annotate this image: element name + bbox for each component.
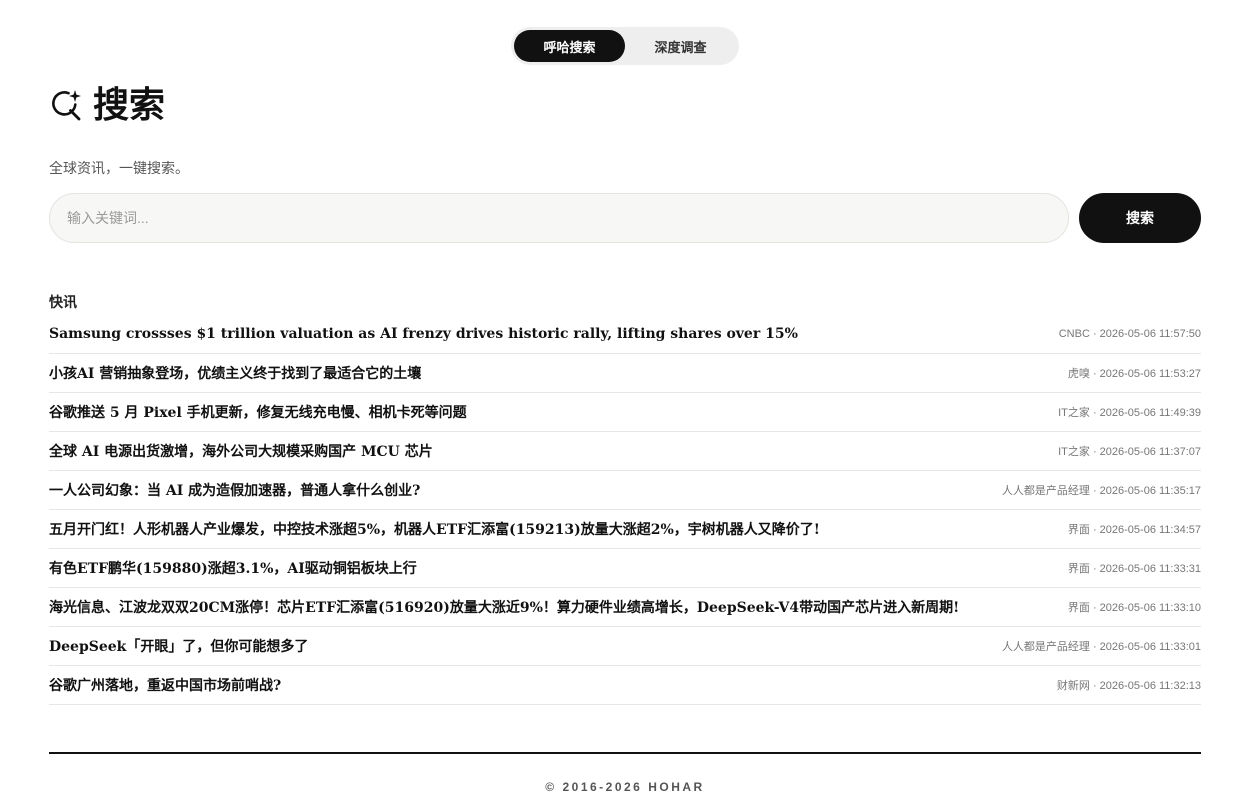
news-item: 谷歌广州落地，重返中国市场前哨战? 财新网 · 2026-05-06 11:32… bbox=[49, 666, 1201, 705]
news-item-meta: IT之家 · 2026-05-06 11:49:39 bbox=[1058, 407, 1201, 419]
news-item: DeepSeek「开眼」了，但你可能想多了 人人都是产品经理 · 2026-05… bbox=[49, 627, 1201, 666]
news-item: 有色ETF鹏华(159880)涨超3.1%，AI驱动铜铝板块上行 界面 · 20… bbox=[49, 549, 1201, 588]
tab-deep-investigation[interactable]: 深度调查 bbox=[625, 30, 736, 62]
mode-switch: 呼哈搜索 深度调查 bbox=[511, 27, 739, 65]
news-item-title[interactable]: 小孩AI 营销抽象登场，优绩主义终于找到了最适合它的土壤 bbox=[49, 363, 421, 383]
news-item-meta: 界面 · 2026-05-06 11:33:10 bbox=[1067, 602, 1201, 614]
news-item-meta: 人人都是产品经理 · 2026-05-06 11:33:01 bbox=[1001, 641, 1201, 653]
news-item-meta: IT之家 · 2026-05-06 11:37:07 bbox=[1058, 446, 1201, 458]
news-item-meta: 界面 · 2026-05-06 11:33:31 bbox=[1067, 563, 1201, 575]
news-item-title[interactable]: 有色ETF鹏华(159880)涨超3.1%，AI驱动铜铝板块上行 bbox=[49, 558, 417, 578]
footer-copyright: © 2016-2026 HOHAR bbox=[545, 780, 705, 794]
news-list: Samsung crossses $1 trillion valuation a… bbox=[49, 315, 1201, 705]
news-item-title[interactable]: 谷歌广州落地，重返中国市场前哨战? bbox=[49, 675, 281, 695]
footer-divider bbox=[49, 752, 1201, 754]
page-title: 搜索 bbox=[93, 84, 166, 126]
tab-huha-search[interactable]: 呼哈搜索 bbox=[514, 30, 625, 62]
search-sparkle-icon bbox=[49, 88, 83, 122]
news-item: 全球 AI 电源出货激增，海外公司大规模采购国产 MCU 芯片 IT之家 · 2… bbox=[49, 432, 1201, 471]
news-item-title[interactable]: DeepSeek「开眼」了，但你可能想多了 bbox=[49, 636, 308, 656]
news-item-meta: CNBC · 2026-05-06 11:57:50 bbox=[1058, 328, 1201, 340]
news-item: 小孩AI 营销抽象登场，优绩主义终于找到了最适合它的土壤 虎嗅 · 2026-0… bbox=[49, 354, 1201, 393]
news-item-title[interactable]: 五月开门红！人形机器人产业爆发，中控技术涨超5%，机器人ETF汇添富(15921… bbox=[49, 519, 820, 539]
news-item: Samsung crossses $1 trillion valuation a… bbox=[49, 315, 1201, 354]
page-header: 搜索 bbox=[49, 82, 165, 128]
search-button[interactable]: 搜索 bbox=[1079, 193, 1201, 243]
page-subtitle: 全球资讯，一键搜索。 bbox=[49, 160, 189, 176]
news-item: 一人公司幻象：当 AI 成为造假加速器，普通人拿什么创业? 人人都是产品经理 ·… bbox=[49, 471, 1201, 510]
news-item-meta: 人人都是产品经理 · 2026-05-06 11:35:17 bbox=[1001, 485, 1201, 497]
news-item-title[interactable]: 谷歌推送 5 月 Pixel 手机更新，修复无线充电慢、相机卡死等问题 bbox=[49, 402, 467, 422]
news-item: 五月开门红！人形机器人产业爆发，中控技术涨超5%，机器人ETF汇添富(15921… bbox=[49, 510, 1201, 549]
news-item-meta: 虎嗅 · 2026-05-06 11:53:27 bbox=[1067, 368, 1201, 380]
news-item: 谷歌推送 5 月 Pixel 手机更新，修复无线充电慢、相机卡死等问题 IT之家… bbox=[49, 393, 1201, 432]
news-item-title[interactable]: 海光信息、江波龙双双20CM涨停！芯片ETF汇添富(516920)放量大涨近9%… bbox=[49, 597, 959, 617]
news-section-label: 快讯 bbox=[49, 294, 77, 310]
news-item: 海光信息、江波龙双双20CM涨停！芯片ETF汇添富(516920)放量大涨近9%… bbox=[49, 588, 1201, 627]
news-item-meta: 界面 · 2026-05-06 11:34:57 bbox=[1067, 524, 1201, 536]
news-item-meta: 财新网 · 2026-05-06 11:32:13 bbox=[1056, 680, 1201, 692]
news-item-title[interactable]: 一人公司幻象：当 AI 成为造假加速器，普通人拿什么创业? bbox=[49, 480, 420, 500]
news-item-title[interactable]: 全球 AI 电源出货激增，海外公司大规模采购国产 MCU 芯片 bbox=[49, 441, 433, 461]
news-item-title[interactable]: Samsung crossses $1 trillion valuation a… bbox=[49, 326, 798, 342]
search-input[interactable] bbox=[49, 193, 1069, 243]
